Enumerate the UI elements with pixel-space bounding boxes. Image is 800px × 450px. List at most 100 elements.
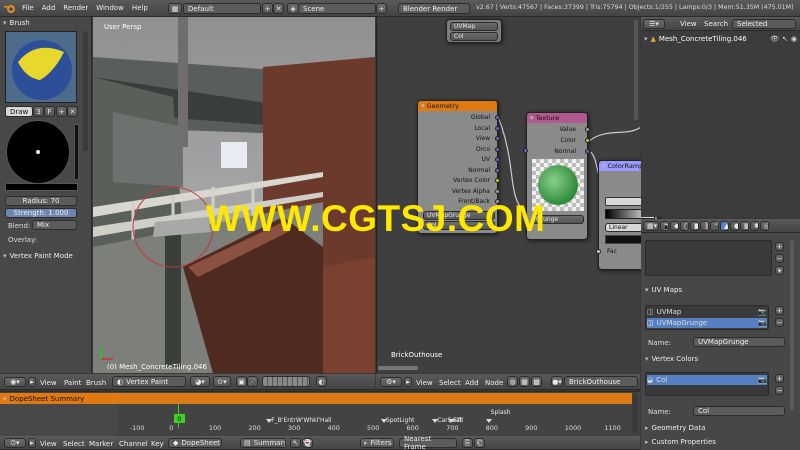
blend-select[interactable]: Mix bbox=[32, 220, 77, 230]
menu-help[interactable]: Help bbox=[132, 4, 148, 12]
viewport-3d[interactable] bbox=[93, 17, 375, 373]
vcol-name-field[interactable]: Col bbox=[693, 406, 785, 416]
node-menu-add[interactable]: Add bbox=[465, 379, 479, 387]
paste-keys-button[interactable]: ⎗ bbox=[474, 438, 485, 448]
properties-scrollbar[interactable] bbox=[790, 240, 794, 410]
add-layout-button[interactable]: + bbox=[262, 3, 273, 14]
node-menu-view[interactable]: View bbox=[416, 379, 433, 387]
add-scene-button[interactable]: + bbox=[376, 3, 387, 14]
dopesheet-mode-select[interactable]: ◆ DopeSheet bbox=[168, 438, 222, 448]
render-camera-icon[interactable]: 📷 bbox=[758, 308, 767, 316]
outliner-menu-view[interactable]: View bbox=[680, 20, 697, 28]
viewport-editor-type[interactable]: ◉▾ bbox=[4, 377, 26, 387]
render-camera-icon[interactable]: ◉ bbox=[791, 35, 797, 43]
only-selected-button[interactable]: ↖ bbox=[290, 438, 301, 448]
uv-name-field[interactable]: UVMapGrunge bbox=[693, 337, 785, 347]
summary-toggle[interactable]: ▤ Summary bbox=[240, 438, 286, 448]
editor-type-icon[interactable]: ▦▾ bbox=[643, 221, 659, 231]
value-slider[interactable] bbox=[74, 124, 79, 180]
custom-properties-panel-header[interactable]: Custom Properties bbox=[645, 438, 716, 446]
select-arrow-icon[interactable]: ↖ bbox=[782, 35, 788, 43]
dopesheet-menu-view[interactable]: View bbox=[40, 440, 57, 448]
texture-output-socket[interactable] bbox=[585, 149, 590, 154]
node-menu-select[interactable]: Select bbox=[439, 379, 461, 387]
modifiers-tab-icon[interactable]: 🔧 bbox=[710, 221, 719, 231]
dopesheet-menu-key[interactable]: Key bbox=[151, 440, 164, 448]
render-camera-icon[interactable]: 📷 bbox=[758, 376, 767, 384]
expand-icon[interactable] bbox=[644, 35, 648, 43]
outliner-menu-search[interactable]: Search bbox=[704, 20, 728, 28]
scene-select[interactable]: Scene bbox=[298, 3, 376, 14]
brush-preview-scrollbar[interactable] bbox=[83, 31, 88, 151]
mask-face-button[interactable]: ▣ bbox=[236, 376, 247, 387]
node-editor-type[interactable]: ⚙▾ bbox=[380, 377, 402, 387]
dopesheet-scrollbar[interactable] bbox=[632, 393, 638, 433]
brush-preview[interactable] bbox=[5, 31, 77, 103]
texture-input-socket[interactable] bbox=[523, 148, 528, 153]
shapekey-remove-button[interactable]: − bbox=[775, 254, 784, 263]
copy-keys-button[interactable]: ⎘ bbox=[462, 438, 473, 448]
viewport-menu-toggle[interactable]: ▸ bbox=[28, 377, 36, 387]
vertex-color-list-item-selected[interactable]: ◒ Col 📷 bbox=[647, 375, 767, 385]
texture-nodes-button[interactable]: ▩ bbox=[531, 376, 542, 387]
brush-panel-header[interactable]: Brush bbox=[3, 19, 30, 27]
texture-node-header[interactable]: Texture bbox=[527, 113, 587, 123]
outliner-filter-select[interactable]: Selected bbox=[732, 19, 796, 29]
geometry-output-socket[interactable] bbox=[495, 146, 500, 152]
geometry-data-panel-header[interactable]: Geometry Data bbox=[645, 424, 706, 432]
viewport-menu-view[interactable]: View bbox=[40, 379, 57, 387]
vertex-paint-mode-header[interactable]: Vertex Paint Mode bbox=[3, 252, 73, 260]
texture-tab-icon[interactable]: ▩ bbox=[740, 221, 749, 231]
render-camera-icon[interactable]: 📷 bbox=[758, 319, 767, 327]
snap-select[interactable]: Nearest Frame bbox=[399, 435, 457, 450]
dopesheet-menu-channel[interactable]: Channel bbox=[119, 440, 148, 448]
material-browse-button[interactable]: ●▾ bbox=[551, 376, 563, 387]
material-name-field[interactable]: BrickOuthouse bbox=[564, 376, 638, 387]
texture-output-socket[interactable] bbox=[585, 127, 590, 132]
col-field[interactable]: Col bbox=[450, 32, 498, 41]
shapekeys-list[interactable] bbox=[645, 240, 772, 276]
menu-add[interactable]: Add bbox=[42, 4, 56, 12]
shapekey-add-button[interactable]: + bbox=[775, 242, 784, 251]
unlink-brush-button[interactable]: ✕ bbox=[67, 106, 78, 117]
geometry-output-socket[interactable] bbox=[495, 115, 500, 120]
screen-layout-icon[interactable]: ▦ bbox=[168, 3, 182, 14]
geometry-output-socket[interactable] bbox=[495, 125, 500, 131]
node-editor-scrollbar[interactable] bbox=[378, 366, 418, 370]
constraints-tab-icon[interactable]: ⛓ bbox=[700, 221, 709, 231]
physics-tab-icon[interactable]: ◎ bbox=[760, 221, 769, 231]
uvmap-list-item[interactable]: ◫ UVMap 📷 bbox=[647, 307, 767, 317]
scene-tab-icon[interactable]: ◆ bbox=[670, 221, 679, 231]
pivot-select[interactable]: ⊙▾ bbox=[213, 376, 231, 387]
dopesheet-summary-row[interactable] bbox=[118, 393, 632, 404]
menu-window[interactable]: Window bbox=[96, 4, 124, 12]
filters-button[interactable]: Filters bbox=[360, 438, 394, 448]
geometry-output-socket[interactable] bbox=[495, 157, 500, 162]
radius-slider[interactable]: Radius: 70 bbox=[5, 196, 77, 206]
uvmap-node[interactable]: UVMap Col bbox=[446, 19, 502, 43]
layers-button[interactable] bbox=[262, 376, 310, 387]
timeline-ruler[interactable]: -100 0 100 200 300 400 500 600 700 800 900 1000 1100 bbox=[118, 424, 632, 433]
fac-socket[interactable] bbox=[596, 249, 601, 254]
texture-output-socket[interactable] bbox=[585, 138, 590, 143]
show-hidden-button[interactable]: 👻 bbox=[302, 438, 313, 448]
dopesheet-menu-toggle[interactable]: ▸ bbox=[28, 438, 36, 448]
blender-logo-icon[interactable] bbox=[3, 3, 17, 14]
data-tab-icon[interactable]: ▲ bbox=[720, 221, 729, 231]
particles-tab-icon[interactable]: ✱ bbox=[750, 221, 759, 231]
shapekey-menu-button[interactable]: ▾ bbox=[775, 266, 784, 275]
brush-color-swatch[interactable] bbox=[5, 183, 78, 191]
vertex-colors-panel-header[interactable]: Vertex Colors bbox=[645, 355, 699, 363]
menu-file[interactable]: File bbox=[22, 4, 34, 12]
geometry-node-header[interactable]: Geometry bbox=[418, 101, 497, 111]
object-tab-icon[interactable]: ■ bbox=[690, 221, 699, 231]
mask-vertex-button[interactable]: ⋰ bbox=[247, 376, 258, 387]
outliner-editor-type[interactable]: ☰▾ bbox=[643, 19, 665, 29]
viewport-menu-paint[interactable]: Paint bbox=[64, 379, 81, 387]
new-brush-button[interactable]: + bbox=[56, 106, 67, 117]
timeline-marker-icon[interactable] bbox=[485, 419, 492, 423]
geometry-output-socket[interactable] bbox=[495, 136, 500, 141]
brush-users-count[interactable]: 3 bbox=[33, 106, 44, 117]
outliner-row[interactable]: ▲ Mesh_ConcreteTiling.046 👁 ↖ ◉ bbox=[641, 34, 800, 44]
color-wheel[interactable] bbox=[6, 120, 70, 184]
